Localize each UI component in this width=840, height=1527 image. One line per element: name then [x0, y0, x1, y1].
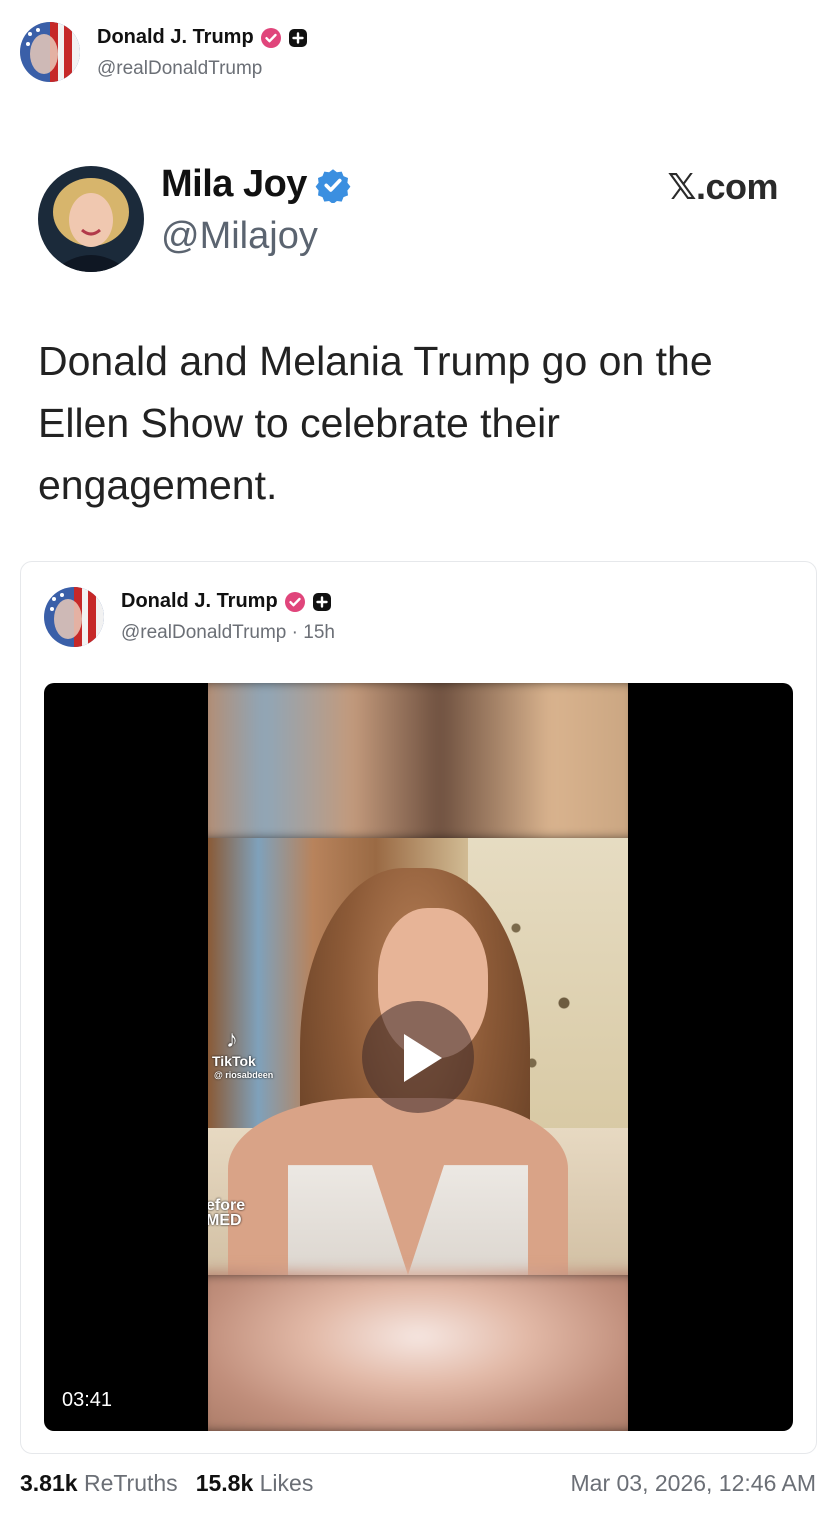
video-blur-top [208, 683, 628, 842]
watermark-text: efore MED [208, 1197, 246, 1229]
header-author-name[interactable]: Donald J. Trump [97, 26, 254, 49]
engagement-stats: 3.81k ReTruths 15.8k Likes [20, 1470, 313, 1497]
card-avatar[interactable] [44, 587, 104, 647]
header-handle[interactable]: @realDonaldTrump [97, 58, 262, 80]
likes-count: 15.8k [195, 1470, 254, 1496]
header-author[interactable]: Donald J. Trump [97, 26, 308, 49]
post-timestamp[interactable]: Mar 03, 2026, 12:46 AM [571, 1470, 817, 1497]
video-player[interactable]: ♪ TikTok @ riosabdeen efore MED 03:41 [44, 683, 793, 1431]
quoted-tweet-text: Donald and Melania Trump go on the Ellen… [38, 338, 713, 508]
quoted-author-name: Mila Joy [161, 163, 307, 205]
card-handle-time[interactable]: @realDonaldTrump · 15h [121, 622, 335, 644]
quoted-author: Mila Joy [161, 163, 351, 206]
tiktok-icon: ♪ [226, 1026, 238, 1053]
video-duration: 03:41 [62, 1389, 113, 1411]
plus-badge-icon [312, 592, 332, 612]
retruths-label: ReTruths [83, 1470, 178, 1496]
verified-icon [260, 27, 282, 49]
likes-stat[interactable]: 15.8k Likes [196, 1470, 314, 1497]
retruths-stat[interactable]: 3.81k ReTruths [20, 1470, 178, 1497]
verified-icon [315, 167, 351, 203]
quoted-handle: @Milajoy [161, 215, 318, 257]
card-author[interactable]: Donald J. Trump [121, 590, 332, 613]
card-author-name[interactable]: Donald J. Trump [121, 590, 278, 613]
verified-icon [284, 591, 306, 613]
x-logo-text: 𝕏.com [667, 166, 778, 207]
plus-badge-icon [288, 28, 308, 48]
watermark-app: TikTok [212, 1053, 256, 1069]
quoted-avatar [38, 166, 144, 272]
video-blur-bottom [208, 1271, 628, 1431]
likes-label: Likes [259, 1470, 314, 1496]
play-button[interactable] [362, 1001, 474, 1113]
retruths-count: 3.81k [20, 1470, 78, 1496]
header-avatar[interactable] [20, 22, 80, 82]
play-icon [404, 1034, 442, 1082]
watermark-user: @ riosabdeen [214, 1070, 274, 1080]
